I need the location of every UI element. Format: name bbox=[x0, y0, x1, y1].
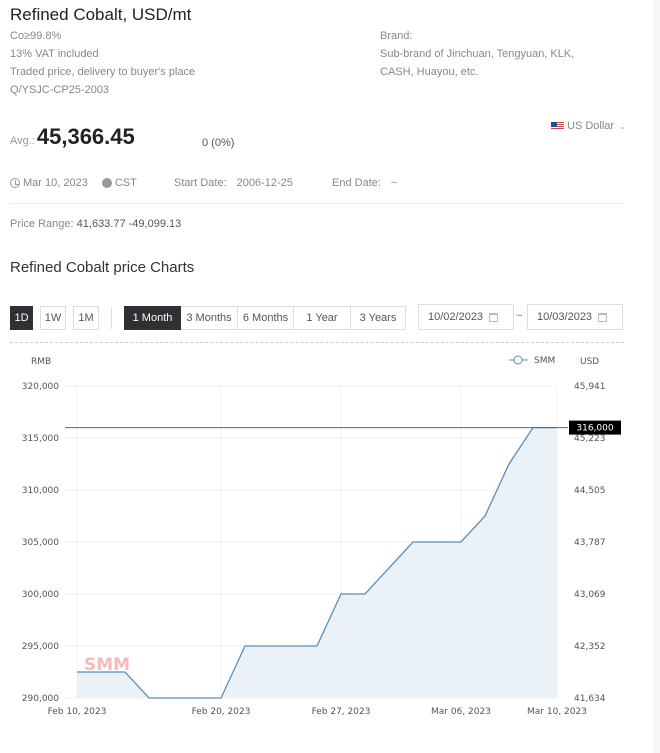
calendar-icon bbox=[598, 312, 608, 322]
y-tick-label: 300,000 bbox=[22, 590, 59, 600]
price-chart: RMB USD SMM SMM metal.com 290,000295,000… bbox=[22, 355, 621, 717]
globe-icon bbox=[101, 178, 112, 188]
y2-tick-label: 44,505 bbox=[574, 486, 606, 496]
right-axis-label: USD bbox=[580, 357, 599, 367]
charts-title: Refined Cobalt price Charts bbox=[10, 259, 195, 276]
y2-tick-label: 42,352 bbox=[574, 642, 606, 652]
period-6-months-button[interactable]: 6 Months bbox=[238, 306, 294, 330]
button-separator bbox=[111, 307, 112, 329]
y2-tick-label: 43,787 bbox=[574, 538, 606, 548]
price-date: Mar 10, 2023 CST bbox=[10, 177, 137, 189]
divider bbox=[10, 203, 624, 204]
brand-info: Brand: Sub-brand of Jinchuan, Tengyuan, … bbox=[380, 27, 574, 81]
x-axis: Feb 10, 2023 Feb 20, 2023 Feb 27, 2023 Mar … bbox=[48, 707, 587, 717]
brand-line-2: CASH, Huayou, etc. bbox=[380, 66, 479, 78]
dashed-divider bbox=[10, 342, 624, 343]
brand-label: Brand: bbox=[380, 30, 413, 42]
price-range: Price Range: 41,633.77 -49,099.13 bbox=[10, 218, 181, 230]
legend-marker-icon bbox=[513, 355, 523, 365]
start-date-label: Start Date: bbox=[174, 177, 227, 189]
spec-standard: Q/YSJC-CP25-2003 bbox=[10, 84, 110, 96]
end-date: End Date: ~ bbox=[332, 177, 397, 189]
clock-icon bbox=[10, 178, 20, 188]
date-from-value: 10/02/2023 bbox=[428, 311, 484, 323]
date-from-input[interactable]: 10/02/2023 bbox=[418, 304, 514, 330]
interval-1m-button[interactable]: 1M bbox=[73, 306, 99, 330]
y2-tick-label: 41,634 bbox=[574, 694, 606, 704]
y2-tick-label: 43,069 bbox=[574, 590, 606, 600]
x-tick-label: Mar 06, 2023 bbox=[431, 707, 491, 717]
y-tick-label: 310,000 bbox=[22, 486, 59, 496]
start-date: Start Date: 2006-12-25 bbox=[174, 177, 293, 189]
x-tick-label: Feb 27, 2023 bbox=[312, 707, 371, 717]
period-button-group: 1 Month 3 Months 6 Months 1 Year 3 Years bbox=[124, 306, 406, 330]
series-smm bbox=[77, 426, 557, 699]
y-tick-label: 295,000 bbox=[22, 642, 59, 652]
date-value: Mar 10, 2023 bbox=[23, 177, 88, 189]
left-axis-label: RMB bbox=[31, 357, 51, 367]
legend-label: SMM bbox=[534, 356, 555, 366]
price-change: 0 (0%) bbox=[202, 137, 235, 149]
x-tick-label: Mar 10, 2023 bbox=[527, 707, 587, 717]
spec-delivery: Traded price, delivery to buyer's place bbox=[10, 66, 196, 78]
currency-selector[interactable]: US Dollar ⌄ bbox=[551, 120, 626, 132]
date-to-input[interactable]: 10/03/2023 bbox=[527, 304, 623, 330]
y-axis-left: 290,000 295,000 300,000 305,000 310,000 315,0… bbox=[22, 382, 59, 704]
chart-legend[interactable]: SMM bbox=[509, 355, 555, 366]
y-tick-label: 290,000 bbox=[22, 694, 59, 704]
y-tick-label: 320,000 bbox=[22, 382, 59, 392]
brand-line-1: Sub-brand of Jinchuan, Tengyuan, KLK, bbox=[380, 48, 575, 60]
date-separator: ~ bbox=[516, 310, 523, 322]
timezone: CST bbox=[114, 177, 137, 189]
y-tick-label: 305,000 bbox=[22, 538, 59, 548]
spec-vat: 13% VAT included bbox=[10, 48, 99, 60]
end-date-value: ~ bbox=[390, 177, 398, 189]
crosshair-label: 316,000 bbox=[576, 424, 613, 434]
us-flag-icon bbox=[551, 122, 564, 130]
calendar-icon bbox=[489, 312, 499, 322]
period-3-months-button[interactable]: 3 Months bbox=[181, 306, 238, 330]
x-tick-label: Feb 20, 2023 bbox=[192, 707, 251, 717]
currency-label: US Dollar bbox=[567, 120, 615, 132]
range-value: 41,633.77 -49,099.13 bbox=[76, 218, 182, 230]
y2-tick-label: 45,223 bbox=[574, 434, 606, 444]
period-3-years-button[interactable]: 3 Years bbox=[351, 306, 406, 330]
scrollbar-track[interactable] bbox=[653, 0, 660, 753]
x-tick-label: Feb 10, 2023 bbox=[48, 707, 107, 717]
y-tick-label: 315,000 bbox=[22, 434, 59, 444]
y2-tick-label: 45,941 bbox=[574, 382, 606, 392]
average-price: Avg.: 45,366.45 bbox=[10, 124, 135, 150]
avg-label: Avg.: bbox=[10, 135, 35, 147]
page-title: Refined Cobalt, USD/mt bbox=[10, 5, 192, 24]
spec-purity: Co≥99.8% bbox=[10, 30, 62, 42]
product-specs: Co≥99.8% 13% VAT included Traded price, … bbox=[10, 27, 195, 99]
end-date-label: End Date: bbox=[332, 177, 381, 189]
period-1-year-button[interactable]: 1 Year bbox=[294, 306, 351, 330]
start-date-value: 2006-12-25 bbox=[236, 177, 293, 189]
range-label: Price Range: bbox=[10, 218, 74, 230]
series-area bbox=[77, 427, 557, 698]
interval-1d-button[interactable]: 1D bbox=[10, 306, 33, 330]
period-1-month-button[interactable]: 1 Month bbox=[124, 306, 181, 330]
chevron-down-icon: ⌄ bbox=[619, 121, 626, 131]
interval-1w-button[interactable]: 1W bbox=[40, 306, 66, 330]
avg-value: 45,366.45 bbox=[36, 124, 135, 149]
date-to-value: 10/03/2023 bbox=[537, 311, 593, 323]
